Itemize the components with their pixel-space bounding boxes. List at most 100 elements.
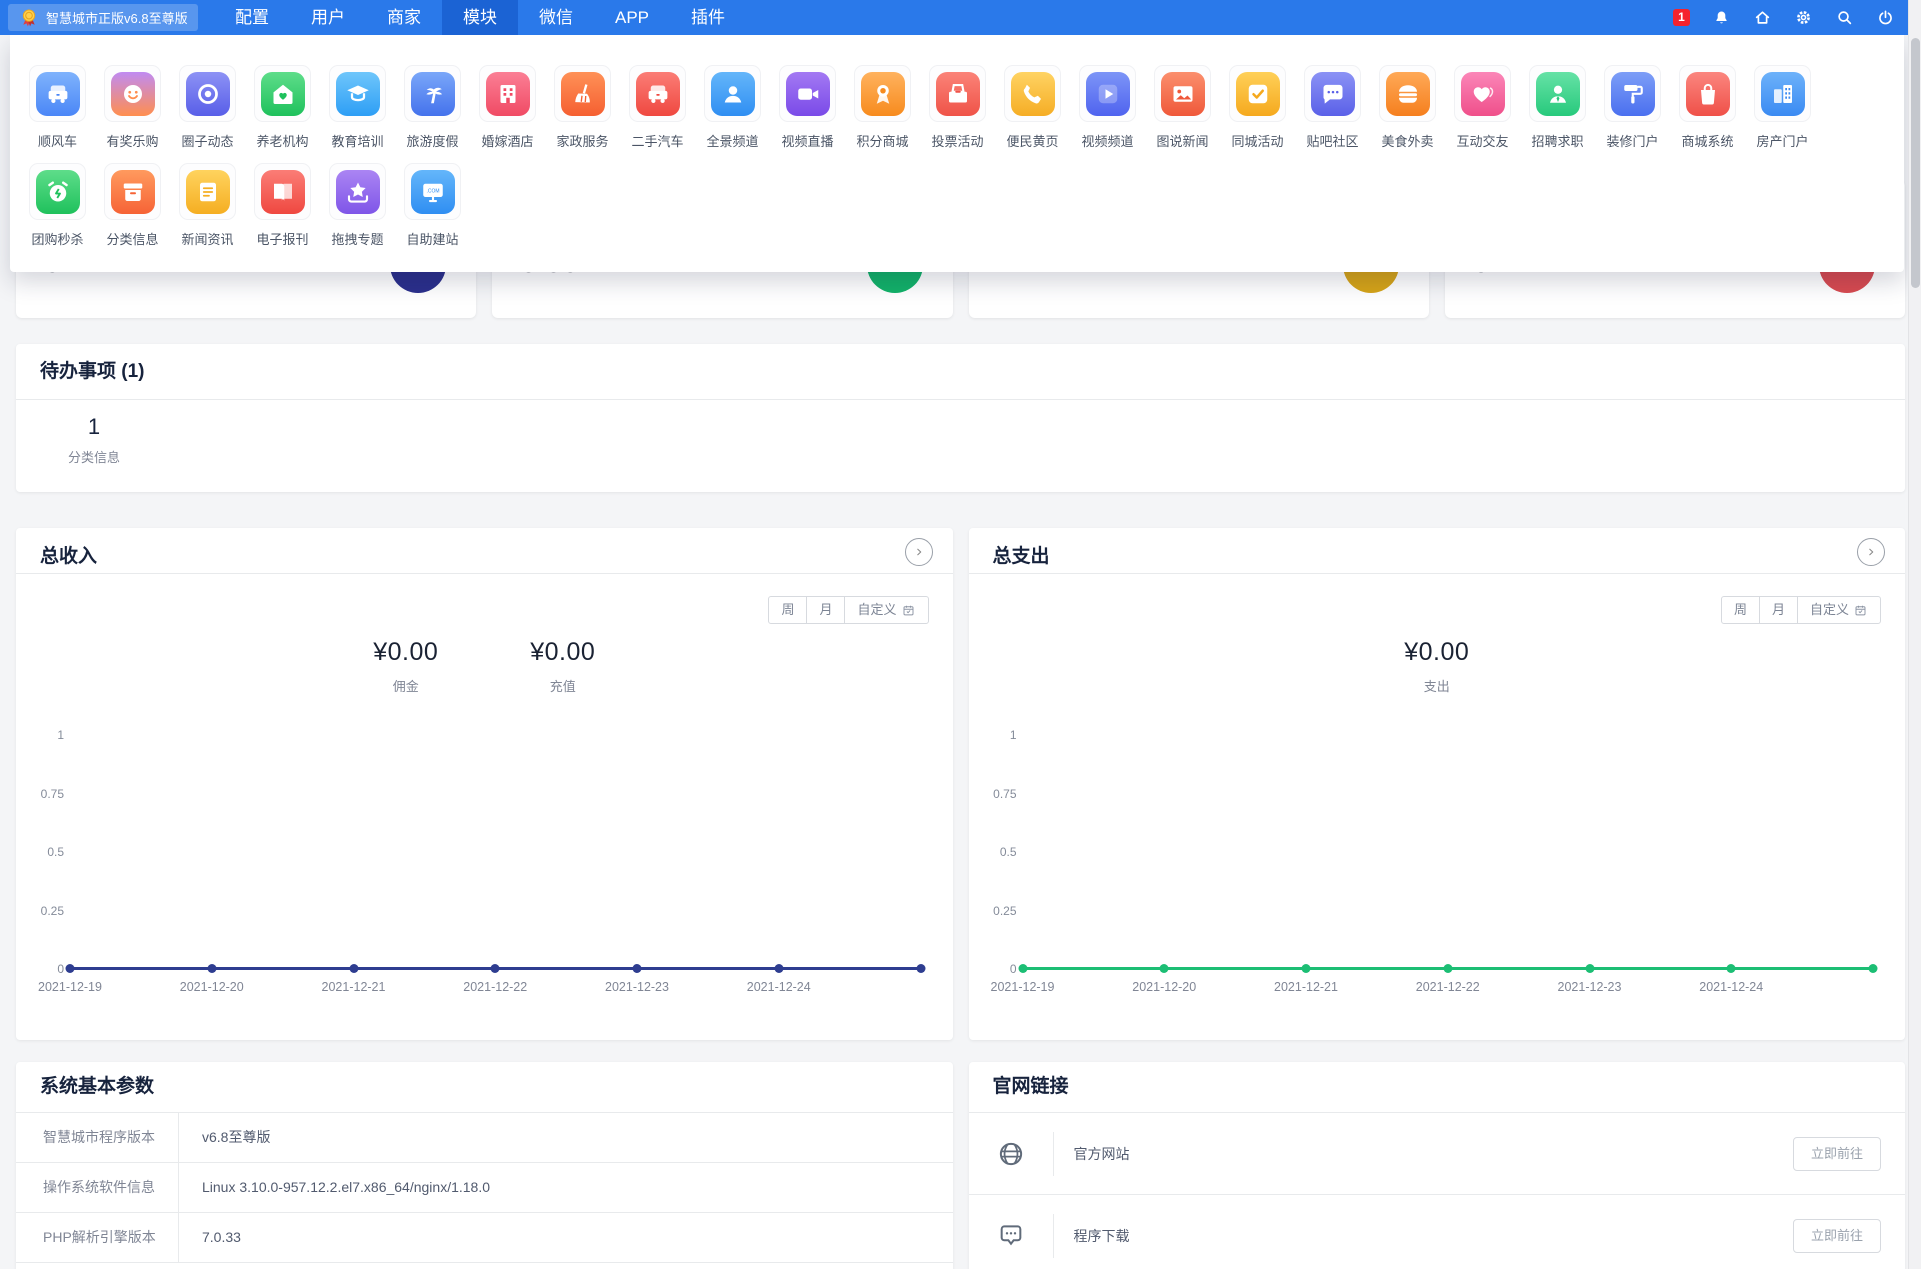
- range-button[interactable]: 月: [1759, 596, 1798, 624]
- calendar-icon: [901, 603, 916, 618]
- module-item[interactable]: 全景频道: [704, 65, 761, 150]
- todo-item[interactable]: 1 分类信息: [46, 414, 142, 466]
- module-label: 积分商城: [856, 131, 908, 150]
- nav-menu-item[interactable]: 微信: [518, 0, 594, 35]
- app-logo[interactable]: 智慧城市正版v6.8至尊版: [8, 4, 198, 31]
- range-button[interactable]: 周: [768, 596, 807, 624]
- range-button[interactable]: 自定义: [844, 596, 928, 624]
- module-item[interactable]: .COM自助建站: [404, 163, 461, 248]
- y-axis-tick: 0.5: [26, 845, 64, 859]
- nav-menu-item[interactable]: 插件: [670, 0, 746, 35]
- module-item[interactable]: 商城系统: [1679, 65, 1736, 150]
- module-item[interactable]: 圈子动态: [179, 65, 236, 150]
- data-point[interactable]: [1302, 964, 1311, 973]
- go-button[interactable]: 立即前往: [1793, 1219, 1881, 1253]
- module-item[interactable]: 便民黄页: [1004, 65, 1061, 150]
- data-point[interactable]: [1727, 964, 1736, 973]
- range-button[interactable]: 自定义: [1797, 596, 1881, 624]
- module-item[interactable]: 婚嫁酒店: [479, 65, 536, 150]
- module-tile: [854, 65, 911, 122]
- link-row: 官方网站立即前往: [969, 1113, 1906, 1195]
- module-item[interactable]: 有奖乐购: [104, 65, 161, 150]
- data-point[interactable]: [1018, 964, 1027, 973]
- go-button[interactable]: 立即前往: [1793, 1137, 1881, 1171]
- data-point[interactable]: [207, 964, 216, 973]
- data-point[interactable]: [774, 964, 783, 973]
- y-axis-tick: 0.5: [979, 845, 1017, 859]
- scrollbar-thumb[interactable]: [1911, 38, 1920, 288]
- module-item[interactable]: 分类信息: [104, 163, 161, 248]
- notification-badge[interactable]: 1: [1673, 9, 1690, 26]
- nav-menu-item[interactable]: 模块: [442, 0, 518, 35]
- module-tile: [254, 163, 311, 220]
- module-item[interactable]: 房产门户: [1754, 65, 1811, 150]
- range-button[interactable]: 月: [806, 596, 845, 624]
- nav-menu-item[interactable]: APP: [594, 0, 670, 35]
- todo-card: 待办事项 (1) 1 分类信息: [16, 344, 1905, 492]
- module-item[interactable]: 团购秒杀: [29, 163, 86, 248]
- income-chart-card: 总收入 周月自定义 ¥0.00佣金¥0.00充值 10.750.50.25020…: [16, 528, 953, 1040]
- main-menu: 配置用户商家模块微信APP插件: [214, 0, 746, 35]
- search-icon[interactable]: [1835, 8, 1854, 27]
- module-item[interactable]: 顺风车: [29, 65, 86, 150]
- data-point[interactable]: [491, 964, 500, 973]
- module-label: 养老机构: [256, 131, 308, 150]
- module-item[interactable]: 教育培训: [329, 65, 386, 150]
- module-item[interactable]: 装修门户: [1604, 65, 1661, 150]
- gear-icon[interactable]: [1794, 8, 1813, 27]
- scrollbar-track[interactable]: [1908, 0, 1921, 1269]
- data-point[interactable]: [916, 964, 925, 973]
- module-tile: [254, 65, 311, 122]
- navbar-actions: 1: [1673, 0, 1895, 35]
- bell-icon[interactable]: [1712, 8, 1731, 27]
- chevron-right-icon[interactable]: [1857, 538, 1885, 566]
- module-item[interactable]: 家政服务: [554, 65, 611, 150]
- power-icon[interactable]: [1876, 8, 1895, 27]
- chart-summary: ¥0.00支出: [969, 638, 1906, 695]
- module-item[interactable]: 互动交友: [1454, 65, 1511, 150]
- chevron-right-icon[interactable]: [905, 538, 933, 566]
- module-label: 有奖乐购: [106, 131, 158, 150]
- module-label: 顺风车: [38, 131, 77, 150]
- module-label: 旅游度假: [406, 131, 458, 150]
- module-tile: [329, 163, 386, 220]
- module-item[interactable]: 旅游度假: [404, 65, 461, 150]
- module-item[interactable]: 视频直播: [779, 65, 836, 150]
- module-item[interactable]: 新闻资讯: [179, 163, 236, 248]
- module-item[interactable]: 招聘求职: [1529, 65, 1586, 150]
- data-point[interactable]: [1443, 964, 1452, 973]
- data-point[interactable]: [349, 964, 358, 973]
- module-label: 婚嫁酒店: [481, 131, 533, 150]
- module-tile: [479, 65, 536, 122]
- ballot-icon: [936, 72, 980, 116]
- data-point[interactable]: [1160, 964, 1169, 973]
- module-tile: [1229, 65, 1286, 122]
- module-item[interactable]: 拖拽专题: [329, 163, 386, 248]
- data-point[interactable]: [633, 964, 642, 973]
- y-axis-tick: 1: [26, 728, 64, 742]
- summary-label: 支出: [1404, 676, 1469, 695]
- data-point[interactable]: [1585, 964, 1594, 973]
- module-item[interactable]: 视频频道: [1079, 65, 1136, 150]
- nav-menu-item[interactable]: 配置: [214, 0, 290, 35]
- todo-count[interactable]: 1: [46, 414, 142, 440]
- module-label: 分类信息: [106, 229, 158, 248]
- nav-menu-item[interactable]: 用户: [290, 0, 366, 35]
- data-point[interactable]: [66, 964, 75, 973]
- module-item[interactable]: 图说新闻: [1154, 65, 1211, 150]
- module-item[interactable]: 同城活动: [1229, 65, 1286, 150]
- home-icon[interactable]: [1753, 8, 1772, 27]
- param-label: PHP解析引擎版本: [16, 1213, 179, 1262]
- module-item[interactable]: 养老机构: [254, 65, 311, 150]
- star-tray-icon: [336, 170, 380, 214]
- module-item[interactable]: 美食外卖: [1379, 65, 1436, 150]
- module-item[interactable]: 贴吧社区: [1304, 65, 1361, 150]
- module-item[interactable]: 二手汽车: [629, 65, 686, 150]
- nav-menu-item[interactable]: 商家: [366, 0, 442, 35]
- module-item[interactable]: 投票活动: [929, 65, 986, 150]
- range-button[interactable]: 周: [1721, 596, 1760, 624]
- module-item[interactable]: 积分商城: [854, 65, 911, 150]
- module-item[interactable]: 电子报刊: [254, 163, 311, 248]
- param-value: 7.0.33: [179, 1213, 241, 1262]
- data-point[interactable]: [1869, 964, 1878, 973]
